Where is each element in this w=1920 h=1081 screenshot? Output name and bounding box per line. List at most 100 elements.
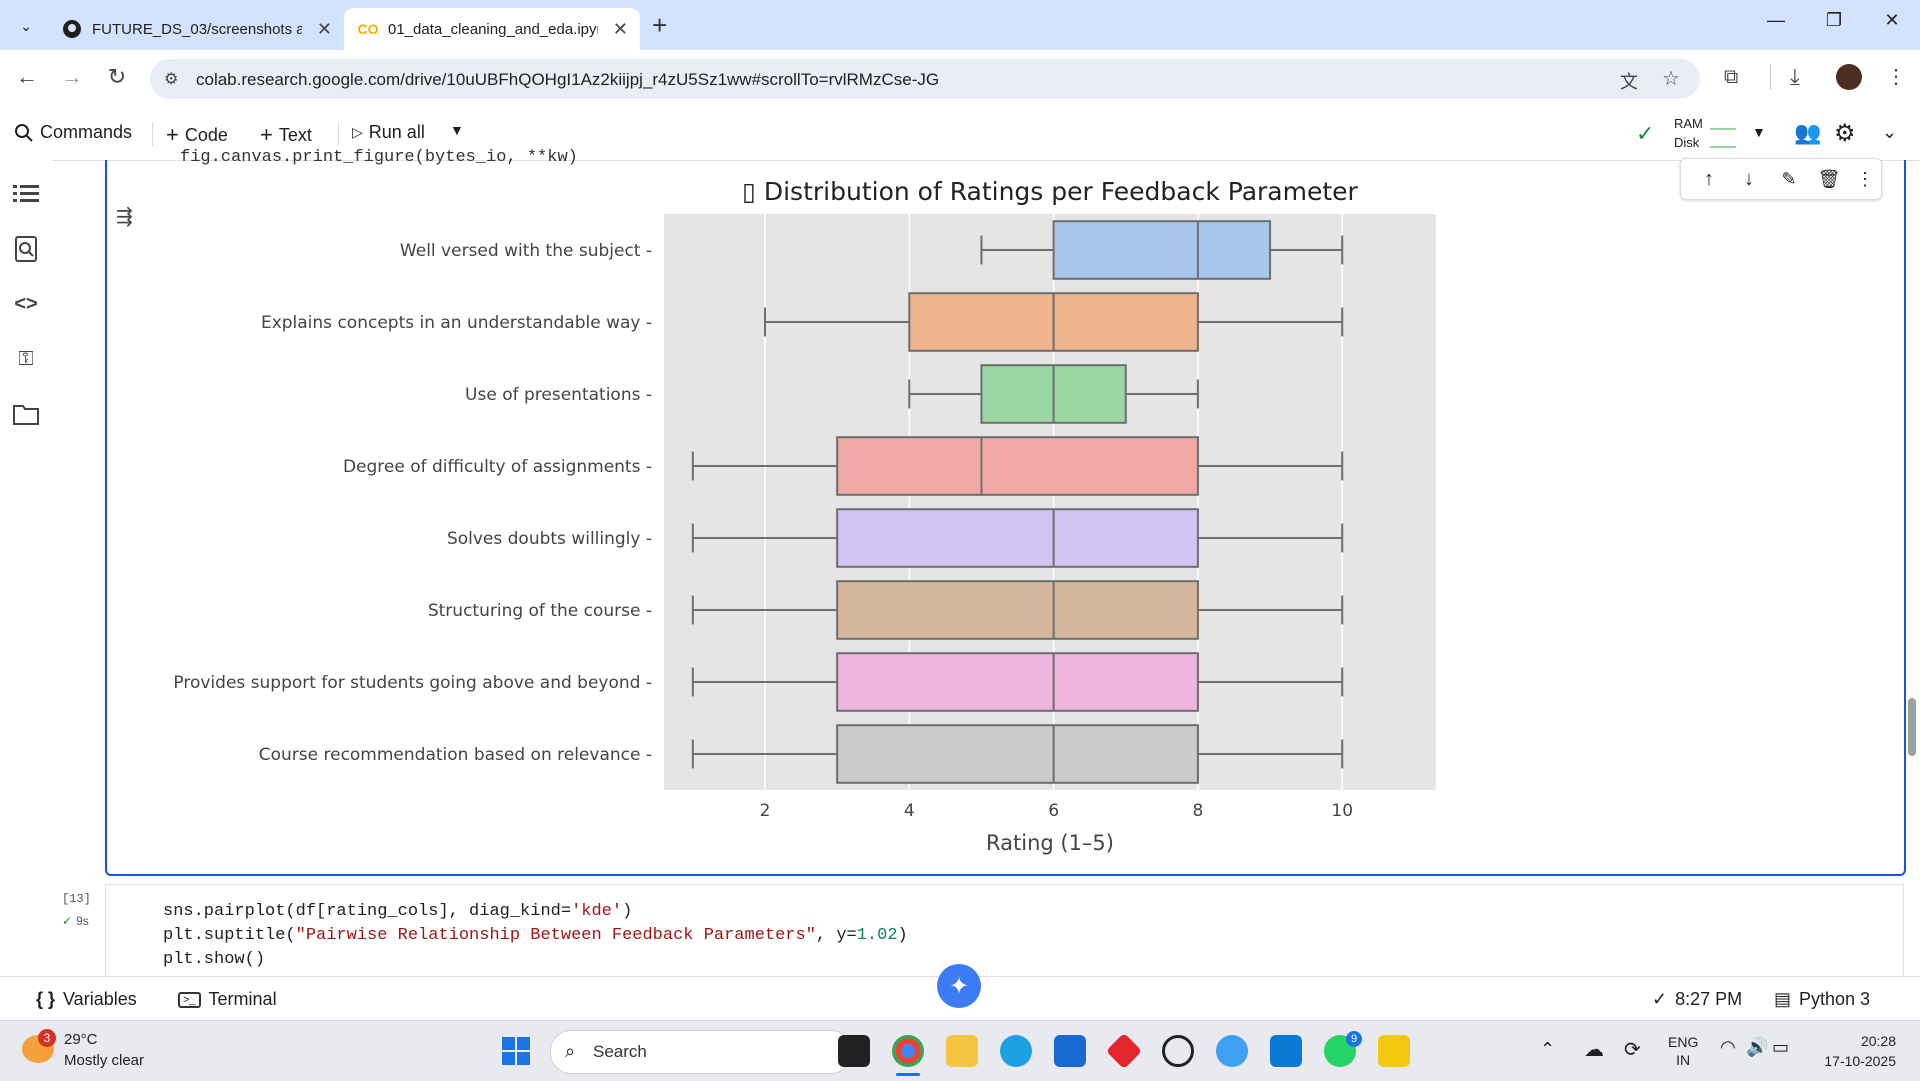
new-tab-icon[interactable]: + (652, 10, 667, 41)
x-tick-label: 6 (1048, 801, 1059, 821)
y-tick-label: Provides support for students going abov… (173, 673, 652, 693)
vscode-icon[interactable] (1270, 1035, 1302, 1067)
files-folder-icon[interactable] (12, 400, 40, 428)
app-icon[interactable] (1216, 1035, 1248, 1067)
gemini-sparkle-button[interactable]: ✦ (937, 964, 981, 1008)
windows-taskbar: 3 29°C Mostly clear ⌕ Search 9 ⌃ ☁ ⟳ ENG… (0, 1020, 1920, 1081)
resources-dropdown-icon[interactable]: ▼ (1752, 124, 1766, 140)
tab-colab-notebook[interactable]: CO 01_data_cleaning_and_eda.ipyn ✕ (344, 8, 640, 50)
iqr-box (836, 508, 1199, 568)
clock-time: 20:28 (1860, 1033, 1896, 1049)
move-cell-down-icon[interactable]: ↓ (1737, 167, 1761, 191)
browser-menu-icon[interactable]: ⋮ (1886, 64, 1906, 89)
site-settings-icon[interactable]: ⚙ (164, 69, 178, 89)
close-tab-icon[interactable]: ✕ (613, 19, 628, 40)
weather-temp[interactable]: 29°C (64, 1031, 98, 1048)
tab-search-chevron-icon[interactable]: ⌄ (12, 12, 40, 40)
sync-icon[interactable]: ⟳ (1624, 1037, 1641, 1062)
powerbi-icon[interactable] (1378, 1035, 1410, 1067)
variables-button[interactable]: { } Variables (36, 989, 137, 1010)
search-label: Search (593, 1042, 647, 1061)
close-window-icon[interactable]: ✕ (1872, 10, 1912, 40)
restore-window-icon[interactable]: ❐ (1814, 10, 1854, 40)
output-actions-icon[interactable]: ⇶ (116, 204, 133, 229)
add-text-button[interactable]: + Text (260, 122, 312, 148)
tab-title: FUTURE_DS_03/screenshots at (92, 20, 302, 38)
run-all-button[interactable]: ▷ Run all (352, 122, 425, 143)
x-tick-label: 10 (1331, 801, 1353, 821)
execution-time: 9s (76, 914, 89, 928)
translate-icon[interactable]: 文 (1620, 68, 1638, 94)
bookmark-star-icon[interactable]: ☆ (1662, 66, 1680, 91)
x-tick-labels: 2 4 6 8 10 (760, 801, 1353, 821)
windows-start-icon[interactable] (502, 1037, 530, 1070)
show-hidden-icons-chevron-icon[interactable]: ⌃ (1540, 1039, 1555, 1060)
x-tick-label: 2 (760, 801, 771, 821)
move-cell-up-icon[interactable]: ↑ (1697, 167, 1721, 191)
table-of-contents-icon[interactable] (12, 180, 40, 208)
search-icon: ⌕ (565, 1041, 576, 1061)
terminal-icon: >_ (178, 991, 201, 1008)
weather-description[interactable]: Mostly clear (64, 1052, 144, 1069)
extensions-icon[interactable]: ⧉ (1724, 66, 1738, 89)
reload-icon[interactable]: ↻ (102, 64, 132, 90)
commands-button[interactable]: Commands (14, 122, 132, 143)
chatgpt-icon[interactable] (1162, 1035, 1194, 1067)
code-line-3[interactable]: plt.show() (163, 950, 265, 969)
share-people-icon[interactable]: 👥 (1794, 120, 1821, 146)
boxplot-chart: ▯ Distribution of Ratings per Feedback P… (173, 177, 1436, 855)
terminal-button[interactable]: >_ Terminal (178, 989, 277, 1010)
divider (1770, 64, 1771, 90)
tab-github[interactable]: FUTURE_DS_03/screenshots at ✕ (48, 8, 344, 50)
edit-cell-icon[interactable]: ✎ (1777, 167, 1801, 191)
url-text[interactable]: colab.research.google.com/drive/10uUBFhQ… (196, 70, 939, 90)
y-tick-label: Degree of difficulty of assignments - (343, 457, 652, 477)
anydesk-icon[interactable] (1105, 1032, 1143, 1070)
wifi-icon[interactable]: ◠ (1720, 1037, 1736, 1058)
run-all-dropdown-icon[interactable]: ▼ (450, 122, 464, 138)
whatsapp-badge: 9 (1346, 1031, 1362, 1047)
download-icon[interactable]: ⤓ (1790, 64, 1800, 90)
notebook-scrollbar-thumb[interactable] (1908, 698, 1916, 756)
system-clock[interactable]: 20:28 17-10-2025 (1806, 1031, 1896, 1071)
ram-meter (1710, 120, 1736, 130)
profile-avatar[interactable] (1836, 64, 1862, 90)
edge-icon[interactable] (1000, 1035, 1032, 1067)
secrets-key-icon[interactable]: ⚿ (12, 345, 40, 373)
add-code-button[interactable]: + Code (166, 122, 228, 148)
iqr-box (836, 580, 1199, 640)
omnibox[interactable]: ⚙ colab.research.google.com/drive/10uUBF… (150, 59, 1700, 99)
find-in-notebook-icon[interactable] (12, 235, 40, 263)
taskbar-search[interactable]: ⌕ Search (550, 1030, 852, 1074)
file-explorer-icon[interactable] (946, 1035, 978, 1067)
chrome-icon[interactable] (892, 1035, 924, 1067)
execution-count: [13] (62, 892, 91, 906)
battery-icon[interactable]: ▭ (1772, 1037, 1789, 1058)
task-view-icon[interactable] (838, 1035, 870, 1067)
region-label: IN (1676, 1052, 1691, 1068)
divider (152, 122, 153, 146)
delete-cell-icon[interactable]: 🗑 (1817, 167, 1841, 191)
more-options-icon[interactable]: ⋮ (1853, 167, 1877, 191)
resources-indicator[interactable]: RAM Disk (1674, 114, 1703, 152)
back-icon[interactable]: ← (12, 64, 42, 90)
onedrive-cloud-icon[interactable]: ☁ (1584, 1037, 1604, 1062)
language-indicator[interactable]: ENG IN (1668, 1033, 1698, 1069)
close-tab-icon[interactable]: ✕ (317, 19, 332, 40)
y-tick-label: Solves doubts willingly - (447, 529, 652, 549)
code-snippets-icon[interactable]: <> (12, 290, 40, 318)
address-bar-row: ← → ↻ ⚙ colab.research.google.com/drive/… (0, 50, 1920, 108)
minimize-window-icon[interactable]: — (1756, 10, 1796, 40)
code-line-1[interactable]: sns.pairplot(df[rating_cols], diag_kind=… (163, 902, 632, 921)
runtime-button[interactable]: ▤ Python 3 (1774, 989, 1870, 1010)
collapse-chevron-icon[interactable]: ⌄ (1882, 122, 1897, 143)
settings-gear-icon[interactable]: ⚙ (1834, 119, 1856, 148)
volume-icon[interactable]: 🔊 (1746, 1037, 1768, 1058)
forward-icon[interactable]: → (57, 64, 87, 90)
plus-icon: + (166, 122, 179, 147)
clock-date: 17-10-2025 (1824, 1053, 1896, 1069)
last-run-status[interactable]: ✓ 8:27 PM (1652, 989, 1742, 1010)
iqr-box (836, 652, 1199, 712)
code-line-2[interactable]: plt.suptitle("Pairwise Relationship Betw… (163, 926, 908, 945)
store-icon[interactable] (1054, 1035, 1086, 1067)
